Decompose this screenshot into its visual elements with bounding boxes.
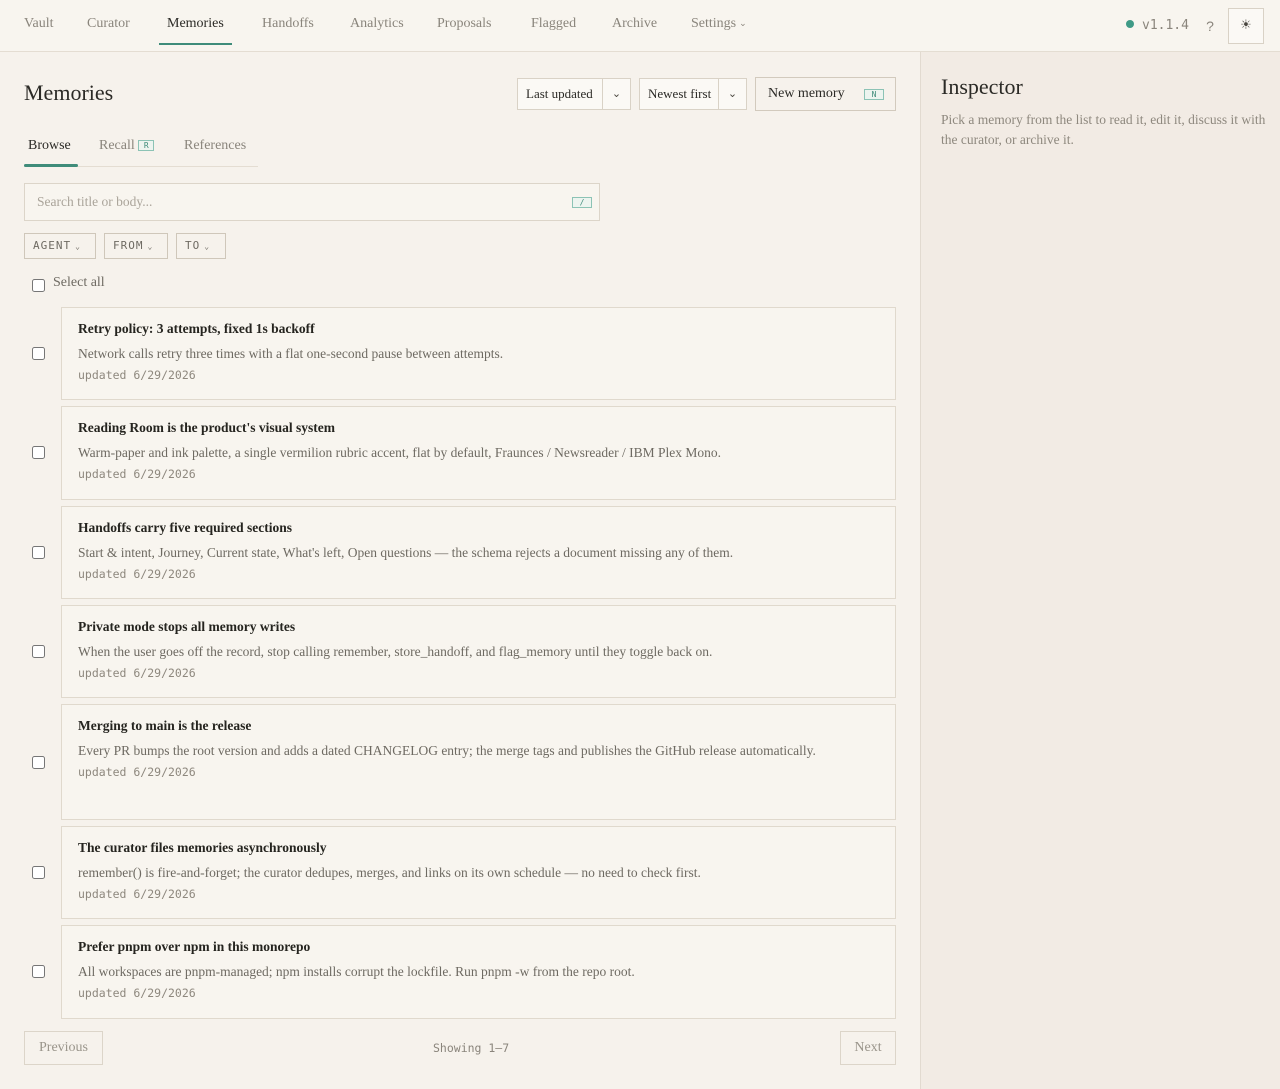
- previous-page-button[interactable]: Previous: [24, 1031, 103, 1065]
- sort-order-value: Newest first: [648, 86, 712, 101]
- memory-body: Start & intent, Journey, Current state, …: [78, 545, 734, 560]
- search-box: /: [24, 183, 600, 221]
- chevron-down-icon: ⌄: [718, 79, 746, 109]
- memory-body: When the user goes off the record, stop …: [78, 644, 713, 659]
- inspector-hint: Pick a memory from the list to read it, …: [941, 112, 1266, 147]
- sort-field-select[interactable]: Last updated ⌄: [517, 78, 631, 110]
- nav-settings-label: Settings: [691, 16, 737, 31]
- top-nav: Vault Curator Memories Handoffs Analytic…: [0, 0, 1280, 52]
- sun-icon: ☀: [1240, 18, 1252, 33]
- memory-updated: updated 6/29/2026: [78, 986, 196, 1000]
- sort-field-value: Last updated: [526, 86, 593, 101]
- memory-row-checkbox[interactable]: [32, 546, 45, 559]
- memory-card[interactable]: Merging to main is the release Every PR …: [61, 704, 896, 820]
- filter-to[interactable]: TO ⌄: [176, 233, 226, 259]
- nav-vault[interactable]: Vault: [24, 0, 54, 52]
- filter-from-label: FROM: [113, 239, 144, 252]
- memory-updated: updated 6/29/2026: [78, 567, 196, 581]
- memory-updated: updated 6/29/2026: [78, 368, 196, 382]
- nav-flagged[interactable]: Flagged: [531, 0, 576, 52]
- memory-body: Every PR bumps the root version and adds…: [78, 743, 816, 758]
- version-indicator: v1.1.4: [1126, 17, 1189, 35]
- next-page-button[interactable]: Next: [840, 1031, 896, 1065]
- memory-title: Handoffs carry five required sections: [78, 520, 292, 535]
- filter-to-label: TO: [185, 239, 201, 252]
- status-dot-icon: [1126, 20, 1134, 28]
- chevron-down-icon: ⌄: [602, 79, 630, 109]
- memory-card[interactable]: Handoffs carry five required sections St…: [61, 506, 896, 599]
- chevron-down-icon: ⌄: [739, 18, 747, 28]
- shortcut-badge: N: [864, 89, 884, 100]
- shortcut-badge: /: [572, 197, 592, 208]
- active-tab-indicator: [24, 164, 78, 167]
- memory-title: Retry policy: 3 attempts, fixed 1s backo…: [78, 321, 315, 336]
- view-tabs: Browse Recall R References: [24, 136, 258, 167]
- memory-body: All workspaces are pnpm-managed; npm ins…: [78, 964, 635, 979]
- chevron-down-icon: ⌄: [147, 242, 153, 251]
- memory-title: Prefer pnpm over npm in this monorepo: [78, 939, 311, 954]
- memory-title: The curator files memories asynchronousl…: [78, 840, 327, 855]
- memory-title: Private mode stops all memory writes: [78, 619, 296, 634]
- chevron-down-icon: ⌄: [75, 242, 80, 251]
- shortcut-badge: R: [138, 140, 155, 152]
- tab-recall[interactable]: Recall R: [99, 138, 155, 154]
- tab-recall-label: Recall: [99, 138, 135, 153]
- tab-browse[interactable]: Browse: [28, 138, 71, 154]
- memory-updated: updated 6/29/2026: [78, 666, 196, 680]
- memory-updated: updated 6/29/2026: [78, 765, 196, 779]
- nav-curator[interactable]: Curator: [87, 0, 130, 52]
- inspector-title: Inspector: [941, 74, 1023, 99]
- filter-agent-label: AGENT: [33, 239, 72, 252]
- filter-agent[interactable]: AGENT ⌄: [24, 233, 96, 259]
- memory-row-checkbox[interactable]: [32, 866, 45, 879]
- chevron-down-icon: ⌄: [204, 242, 210, 251]
- new-memory-label: New memory: [768, 86, 845, 101]
- nav-memories[interactable]: Memories: [159, 0, 232, 52]
- nav-analytics[interactable]: Analytics: [350, 0, 404, 52]
- memory-row-checkbox[interactable]: [32, 965, 45, 978]
- pagination-status: Showing 1–7: [433, 1041, 510, 1055]
- memory-card[interactable]: Retry policy: 3 attempts, fixed 1s backo…: [61, 307, 896, 400]
- memory-row-checkbox[interactable]: [32, 347, 45, 360]
- memory-row-checkbox[interactable]: [32, 446, 45, 459]
- tab-references[interactable]: References: [184, 138, 246, 154]
- new-memory-button[interactable]: New memory N: [755, 77, 896, 111]
- memory-card[interactable]: Reading Room is the product's visual sys…: [61, 406, 896, 500]
- select-all-checkbox[interactable]: [32, 279, 45, 292]
- nav-handoffs[interactable]: Handoffs: [262, 0, 314, 52]
- nav-settings[interactable]: Settings ⌄: [691, 0, 747, 52]
- search-input[interactable]: [25, 184, 545, 220]
- memory-row-checkbox[interactable]: [32, 756, 45, 769]
- memory-card[interactable]: The curator files memories asynchronousl…: [61, 826, 896, 919]
- memory-card[interactable]: Private mode stops all memory writes Whe…: [61, 605, 896, 698]
- memory-title: Reading Room is the product's visual sys…: [78, 420, 336, 435]
- memory-card[interactable]: Prefer pnpm over npm in this monorepo Al…: [61, 925, 896, 1019]
- inspector-panel: Inspector Pick a memory from the list to…: [920, 52, 1280, 1089]
- version-label: v1.1.4: [1142, 18, 1189, 33]
- help-button[interactable]: ?: [1200, 15, 1220, 37]
- memory-row-checkbox[interactable]: [32, 645, 45, 658]
- nav-proposals[interactable]: Proposals: [437, 0, 491, 52]
- select-all-label: Select all: [53, 275, 105, 290]
- theme-toggle-button[interactable]: ☀: [1228, 8, 1264, 44]
- filter-from[interactable]: FROM ⌄: [104, 233, 168, 259]
- memory-updated: updated 6/29/2026: [78, 467, 196, 481]
- memory-title: Merging to main is the release: [78, 718, 252, 733]
- nav-archive[interactable]: Archive: [612, 0, 657, 52]
- sort-order-select[interactable]: Newest first ⌄: [639, 78, 747, 110]
- memory-updated: updated 6/29/2026: [78, 887, 196, 901]
- memory-body: Network calls retry three times with a f…: [78, 346, 504, 361]
- memory-body: Warm-paper and ink palette, a single ver…: [78, 445, 721, 460]
- memory-body: remember() is fire-and-forget; the curat…: [78, 865, 701, 880]
- page-title: Memories: [24, 80, 114, 105]
